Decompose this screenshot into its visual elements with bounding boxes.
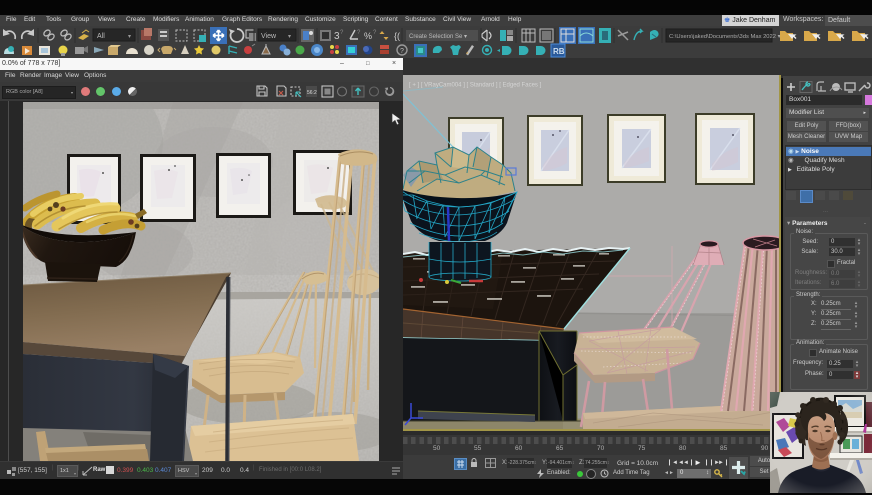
svg-text:%: % [364, 31, 372, 41]
svg-text:C:\Users\jaked\Documents\3ds M: C:\Users\jaked\Documents\3ds Max 2022 ▾ [669, 34, 781, 40]
svg-text:?: ? [340, 30, 344, 36]
svg-text:{(: {( [394, 31, 400, 41]
svg-text:▾: ▾ [288, 34, 291, 40]
svg-text:56:2: 56:2 [307, 90, 317, 96]
svg-text:View: View [261, 33, 277, 40]
svg-text:?: ? [400, 48, 404, 55]
svg-text:RB: RB [553, 47, 565, 56]
svg-text:All: All [97, 33, 105, 40]
svg-text:▾: ▾ [128, 34, 131, 40]
svg-text:[ + ] [ VRayCam004 ] [ Standar: [ + ] [ VRayCam004 ] [ Standard ] [ Edge… [409, 83, 542, 89]
svg-text:Create Selection Se ▾: Create Selection Se ▾ [409, 34, 467, 40]
svg-text:?: ? [373, 30, 377, 36]
svg-text:?: ? [357, 30, 361, 36]
